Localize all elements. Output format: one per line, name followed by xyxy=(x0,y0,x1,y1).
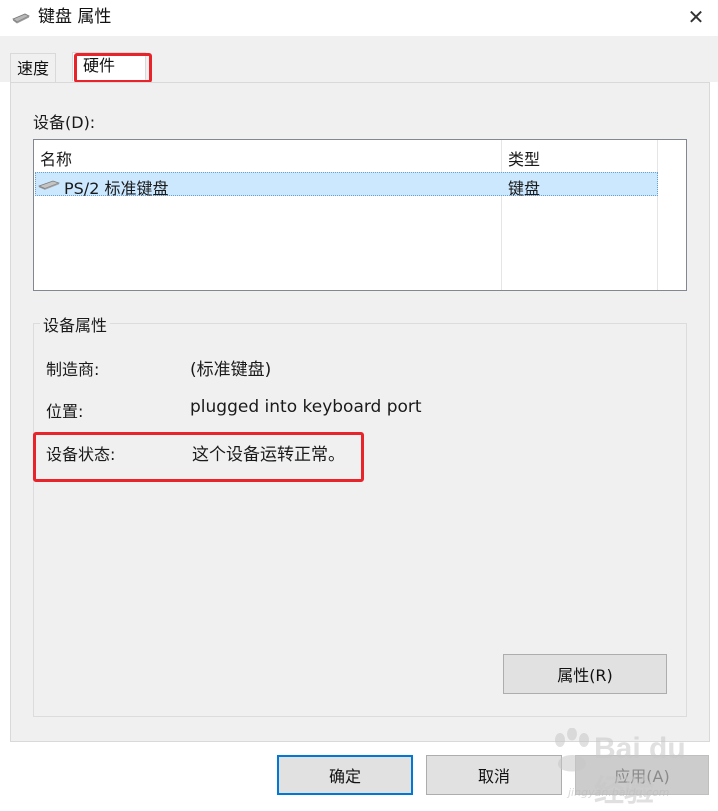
group-title: 设备属性 xyxy=(40,312,111,336)
device-list[interactable]: 名称 类型 PS/2 标准键盘 键盘 xyxy=(33,139,687,291)
keyboard-icon xyxy=(38,180,60,190)
device-type: 键盘 xyxy=(508,179,541,198)
tab-hardware-label: 硬件 xyxy=(83,56,116,75)
apply-button-label: 应用(A) xyxy=(614,767,670,786)
device-status-value: 这个设备运转正常。 xyxy=(192,445,345,465)
device-row-ps2-keyboard[interactable]: PS/2 标准键盘 键盘 xyxy=(35,172,658,198)
close-icon: ✕ xyxy=(687,5,705,29)
apply-button[interactable]: 应用(A) xyxy=(575,755,709,795)
device-properties-group: 设备属性 制造商: (标准键盘) 位置: plugged into keyboa… xyxy=(33,312,687,717)
close-button[interactable]: ✕ xyxy=(680,2,712,32)
tab-hardware[interactable]: 硬件 xyxy=(72,52,146,81)
tab-strip: 速度 硬件 xyxy=(0,36,718,82)
hardware-tab-panel: 设备(D): 名称 类型 PS/2 标准键盘 键盘 设备属性 制造商: (标准键… xyxy=(10,82,710,742)
tab-speed-label: 速度 xyxy=(17,59,50,78)
column-divider[interactable] xyxy=(501,140,502,290)
title-bar: 键盘 属性 ✕ xyxy=(0,0,718,36)
cancel-button[interactable]: 取消 xyxy=(426,755,562,795)
manufacturer-label: 制造商: xyxy=(46,360,100,379)
tab-speed[interactable]: 速度 xyxy=(10,53,57,82)
column-header-type[interactable]: 类型 xyxy=(508,146,540,170)
device-status-label: 设备状态: xyxy=(46,445,116,464)
devices-label: 设备(D): xyxy=(33,113,96,132)
ok-button-label: 确定 xyxy=(328,767,361,786)
location-label: 位置: xyxy=(46,402,84,421)
properties-button[interactable]: 属性(R) xyxy=(503,654,667,694)
cancel-button-label: 取消 xyxy=(477,767,510,786)
location-value: plugged into keyboard port xyxy=(190,397,422,417)
column-divider[interactable] xyxy=(657,140,658,290)
device-name: PS/2 标准键盘 xyxy=(64,179,169,198)
properties-button-label: 属性(R) xyxy=(557,666,613,685)
manufacturer-value: (标准键盘) xyxy=(190,360,272,380)
device-list-header: 名称 类型 xyxy=(34,140,686,170)
keyboard-properties-dialog: 键盘 属性 ✕ 速度 硬件 设备(D): 名称 类型 PS/2 标准键盘 键盘 … xyxy=(0,0,718,811)
window-title: 键盘 属性 xyxy=(38,7,112,27)
ok-button[interactable]: 确定 xyxy=(277,755,413,795)
column-header-name[interactable]: 名称 xyxy=(40,146,72,170)
keyboard-icon xyxy=(12,13,30,24)
